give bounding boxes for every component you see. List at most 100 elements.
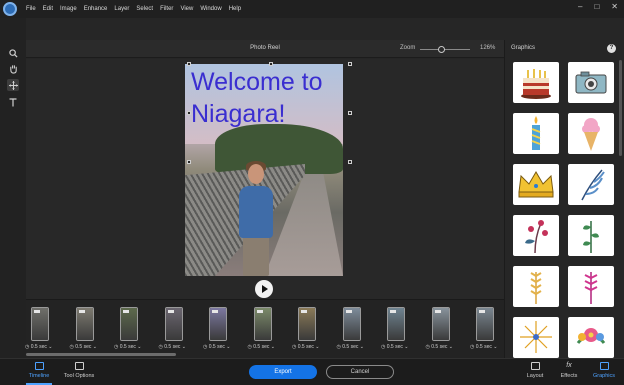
graphic-birthday-cake[interactable] <box>513 62 559 103</box>
frame-duration-dropdown[interactable]: ◷ 0.5 sec ⌄ <box>159 344 186 350</box>
graphic-ice-cream[interactable] <box>568 113 614 154</box>
selection-handle[interactable] <box>187 62 191 66</box>
photo-person <box>239 186 273 238</box>
timeline-frame[interactable] <box>298 307 316 341</box>
chevron-down-icon: ⌄ <box>135 344 142 350</box>
photo-preview[interactable]: Welcome to Niagara! <box>185 64 343 276</box>
frame-tag-icon <box>212 310 218 313</box>
timeline-frame[interactable] <box>342 307 361 341</box>
frame-tag-icon <box>479 310 485 313</box>
effects-button[interactable]: fx Effects <box>558 362 580 379</box>
graphic-magenta-leaf[interactable] <box>568 266 614 307</box>
graphic-green-leaves[interactable] <box>568 215 614 256</box>
timeline-frame[interactable] <box>31 307 49 341</box>
chevron-down-icon: ⌄ <box>447 344 453 350</box>
tool-options-button[interactable]: Tool Options <box>62 362 96 379</box>
chevron-down-icon: ⌄ <box>269 344 275 350</box>
frame-tag-icon <box>123 310 129 313</box>
chevron-down-icon: ⌄ <box>402 344 409 350</box>
graphic-crown[interactable] <box>513 164 559 205</box>
selection-handle[interactable] <box>187 160 191 164</box>
menu-view[interactable]: View <box>180 6 193 12</box>
graphic-wheat[interactable] <box>513 266 559 307</box>
graphics-icon <box>599 362 609 370</box>
frame-tag-icon <box>301 310 307 313</box>
graphic-candle[interactable] <box>513 113 559 154</box>
frame-duration-dropdown[interactable]: ◷ 0.5 sec ⌄ <box>70 344 97 350</box>
menu-select[interactable]: Select <box>136 6 153 12</box>
minimize-icon[interactable]: – <box>578 2 582 11</box>
frame-duration-dropdown[interactable]: ◷ 0.5 sec ⌄ <box>248 344 275 350</box>
timeline-frame[interactable] <box>387 307 405 341</box>
chevron-down-icon: ⌄ <box>224 344 231 350</box>
close-icon[interactable]: ✕ <box>611 2 618 11</box>
timeline-frame[interactable] <box>253 307 272 341</box>
cancel-button[interactable]: Cancel <box>326 365 394 379</box>
menu-edit[interactable]: Edit <box>43 6 53 12</box>
frame-duration-dropdown[interactable]: ◷ 0.5 sec ⌄ <box>203 344 230 350</box>
selection-handle[interactable] <box>269 62 273 66</box>
timeline-frame[interactable] <box>209 307 227 341</box>
menu-file[interactable]: File <box>26 6 36 12</box>
frame-tag-icon <box>167 310 174 313</box>
selection-handle[interactable] <box>348 111 352 115</box>
panel-scrollbar[interactable] <box>619 60 622 156</box>
frame-duration-label: 0.5 sec <box>119 344 136 350</box>
frame-duration-dropdown[interactable]: ◷ 0.5 sec ⌄ <box>470 344 497 350</box>
graphic-flower-bouquet[interactable] <box>568 317 614 358</box>
zoom-slider-thumb[interactable] <box>437 46 445 53</box>
wheat-icon <box>530 272 542 304</box>
timeline-frame[interactable] <box>164 307 183 341</box>
move-icon[interactable] <box>7 79 19 91</box>
timeline-scrollbar[interactable] <box>26 353 176 356</box>
maximize-icon[interactable]: □ <box>594 2 599 11</box>
menu-enhance[interactable]: Enhance <box>84 6 108 12</box>
text-icon[interactable] <box>7 96 19 108</box>
menu-help[interactable]: Help <box>229 6 241 12</box>
selection-handle[interactable] <box>348 62 352 66</box>
frame-tag-icon <box>78 310 85 313</box>
menu-window[interactable]: Window <box>200 6 221 12</box>
birthday-cake-icon <box>521 69 551 99</box>
canvas-header: Photo Reel Zoom 126% <box>26 40 504 58</box>
timeline-frame[interactable] <box>75 307 94 341</box>
frame-duration-dropdown[interactable]: ◷ 0.5 sec ⌄ <box>426 344 453 350</box>
play-button[interactable] <box>255 280 273 298</box>
tool-options-label: Tool Options <box>63 373 95 379</box>
graphic-feather-leaves[interactable] <box>568 164 614 205</box>
photo-title-text[interactable]: Welcome to Niagara! <box>191 66 341 130</box>
graphic-berry-branch[interactable] <box>513 215 559 256</box>
timeline-frame[interactable] <box>120 307 138 341</box>
timeline-frame[interactable] <box>476 307 494 341</box>
frame-duration-dropdown[interactable]: ◷ 0.5 sec ⌄ <box>292 344 319 350</box>
hand-icon[interactable] <box>7 63 19 75</box>
timeline-button[interactable]: Timeline <box>26 362 52 379</box>
menu-bar: File Edit Image Enhance Layer Select Fil… <box>0 0 624 18</box>
photo-title-line1: Welcome to <box>191 68 323 96</box>
frame-duration-dropdown[interactable]: ◷ 0.5 sec ⌄ <box>25 344 52 350</box>
search-icon[interactable] <box>7 47 19 59</box>
frame-duration-dropdown[interactable]: ◷ 0.5 sec ⌄ <box>381 344 408 350</box>
selection-handle[interactable] <box>187 111 191 115</box>
menu-layer[interactable]: Layer <box>114 6 129 12</box>
frame-duration-label: 0.5 sec <box>164 344 181 350</box>
layout-button[interactable]: Layout <box>524 362 546 379</box>
frame-tag-icon <box>434 310 441 313</box>
frame-duration-dropdown[interactable]: ◷ 0.5 sec ⌄ <box>337 344 364 350</box>
graphics-button[interactable]: Graphics <box>590 362 618 379</box>
graphic-firework[interactable] <box>513 317 559 358</box>
berry-branch-icon <box>525 220 548 254</box>
selection-handle[interactable] <box>348 160 352 164</box>
graphics-label: Graphics <box>592 373 615 379</box>
graphic-camera[interactable] <box>568 62 614 103</box>
help-icon[interactable]: ? <box>607 44 616 53</box>
menu-filter[interactable]: Filter <box>160 6 173 12</box>
zoom-slider[interactable] <box>420 49 470 50</box>
export-button[interactable]: Export <box>249 365 317 379</box>
frame-duration-label: 0.5 sec <box>253 344 270 350</box>
flower-bouquet-icon <box>576 328 606 344</box>
app-logo-icon <box>3 2 17 16</box>
frame-duration-dropdown[interactable]: ◷ 0.5 sec ⌄ <box>114 344 141 350</box>
timeline-frame[interactable] <box>431 307 450 341</box>
menu-image[interactable]: Image <box>60 6 77 12</box>
